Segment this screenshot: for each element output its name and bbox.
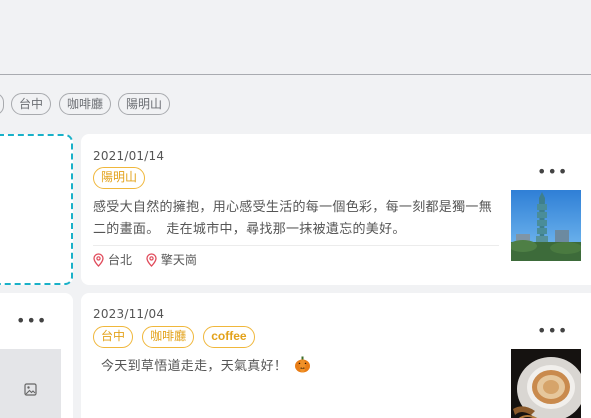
post-text: 今天到草悟道走走，天氣真好！ [101,359,288,374]
left-post-card: ••• [0,293,73,418]
filter-tag-cafe[interactable]: 咖啡廳 [59,93,112,115]
more-options-icon[interactable]: ••• [537,164,568,180]
post-tag[interactable]: 台中 [93,326,134,348]
location-pin-icon [93,252,104,267]
more-options-icon[interactable]: ••• [537,323,568,339]
post-thumbnail-coffee[interactable] [511,349,581,418]
location-label: 台北 [108,253,133,267]
post-tags: 陽明山 [93,167,149,189]
top-header-area [0,0,591,75]
location-item[interactable]: 台北 [93,251,132,268]
filter-tag-partial[interactable] [0,93,4,115]
filter-tag-yangmingshan[interactable]: 陽明山 [118,93,171,115]
post-date: 2021/01/14 [93,149,165,163]
add-post-card[interactable] [0,134,73,285]
post-tag[interactable]: 陽明山 [93,167,146,189]
location-label: 擎天崗 [160,253,197,267]
post-tag[interactable]: 咖啡廳 [142,326,195,348]
post-card[interactable]: 2021/01/14 陽明山 感受大自然的擁抱，用心感受生活的每一個色彩，每一刻… [81,134,591,285]
divider [93,245,499,246]
image-icon [24,382,37,396]
image-placeholder [0,349,61,418]
post-card[interactable]: 2023/11/04 台中 咖啡廳 coffee 今天到草悟道走走，天氣真好！ … [81,293,591,418]
more-options-icon[interactable]: ••• [16,313,47,329]
filter-tag-taichung[interactable]: 台中 [11,93,52,115]
location-item[interactable]: 擎天崗 [146,251,197,268]
location-pin-icon [146,252,157,267]
pumpkin-icon [294,356,310,373]
post-tag[interactable]: coffee [203,326,255,348]
post-thumbnail-taipei-101[interactable] [511,190,581,261]
post-locations: 台北 擎天崗 [93,251,207,269]
post-date: 2023/11/04 [93,307,165,321]
post-text-row: 今天到草悟道走走，天氣真好！ [101,356,506,378]
post-tags: 台中 咖啡廳 coffee [93,326,259,348]
post-text: 感受大自然的擁抱，用心感受生活的每一個色彩，每一刻都是獨一無二的畫面。 走在城市… [93,200,493,237]
